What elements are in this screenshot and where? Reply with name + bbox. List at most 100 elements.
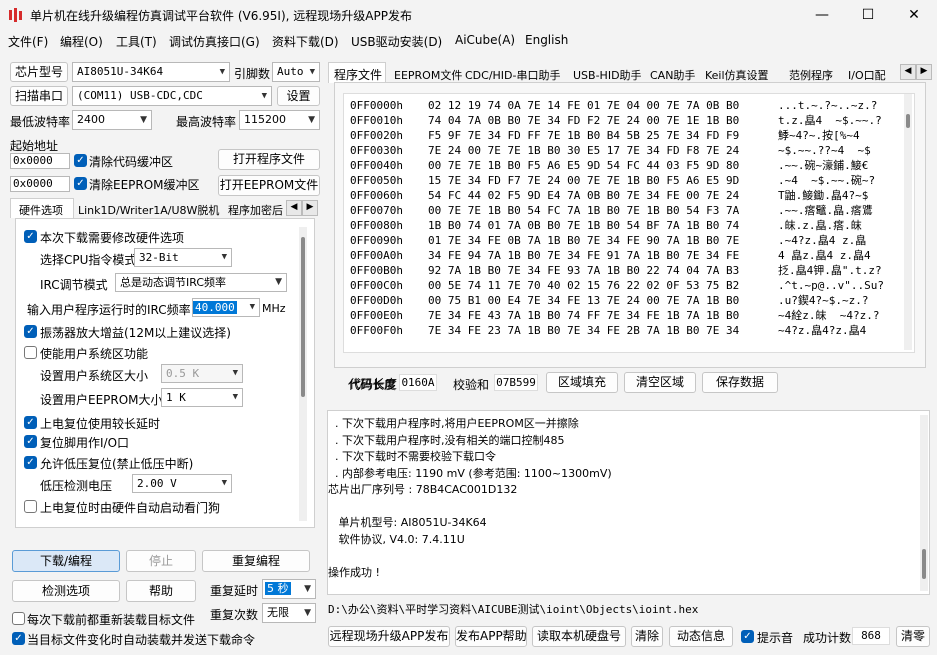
log-scrollbar-thumb[interactable] xyxy=(922,549,926,579)
save-data-button[interactable]: 保存数据 xyxy=(702,372,778,393)
tab-offline-programmer[interactable]: Link1D/Writer1A/U8W脱机 xyxy=(78,202,219,218)
clear-area-button[interactable]: 清空区域 xyxy=(624,372,696,393)
menu-file[interactable]: 文件(F) xyxy=(8,33,48,50)
minimize-button[interactable]: — xyxy=(799,0,845,30)
menu-aicube[interactable]: AiCube(A) xyxy=(455,33,515,47)
fill-area-button[interactable]: 区域填充 xyxy=(546,372,618,393)
tab-can[interactable]: CAN助手 xyxy=(650,67,695,83)
stop-button[interactable]: 停止 xyxy=(126,550,196,572)
remote-upgrade-publish-button[interactable]: 远程现场升级APP发布 xyxy=(328,626,450,647)
cpu-mode-value: 32-Bit xyxy=(139,251,179,264)
tab-scroll-left-icon[interactable]: ◀ xyxy=(900,64,916,80)
chip-model-select[interactable]: AI8051U-34K64 ▼ xyxy=(72,62,230,82)
tab-program-file[interactable]: 程序文件 xyxy=(328,62,386,83)
read-disk-id-button[interactable]: 读取本机硬盘号 xyxy=(532,626,626,647)
reset-pin-io-checkbox[interactable]: ✓ xyxy=(24,435,37,448)
modify-hw-options-checkbox[interactable]: ✓ xyxy=(24,230,37,243)
tab-scroll-right-icon[interactable]: ▶ xyxy=(916,64,932,80)
irc-frequency-unit: MHz xyxy=(262,302,286,315)
tab-io-config[interactable]: I/O口配 xyxy=(848,67,886,83)
hex-editor[interactable]: 0FF0000h 02 12 19 74 0A 7E 14 FE 01 7E 04… xyxy=(343,93,915,353)
port-settings-button[interactable]: 设置 xyxy=(277,86,320,106)
menu-program[interactable]: 编程(O) xyxy=(60,33,103,50)
tab-eeprom-file[interactable]: EEPROM文件 xyxy=(394,67,462,83)
port-select[interactable]: (COM11) USB-CDC,CDC ▼ xyxy=(72,86,272,106)
hardware-options-panel: ✓ 本次下载需要修改硬件选项 选择CPU指令模式 32-Bit ▼ IRC调节模式… xyxy=(15,218,315,528)
repeat-program-button[interactable]: 重复编程 xyxy=(202,550,310,572)
detect-options-button[interactable]: 检测选项 xyxy=(12,580,120,602)
hex-row-ascii: .~4?z.皛4 z.皛 xyxy=(778,234,867,247)
hex-scrollbar[interactable] xyxy=(904,94,912,350)
menu-usb-driver[interactable]: USB驱动安装(D) xyxy=(351,33,442,50)
eeprom-size-select[interactable]: 1 K ▼ xyxy=(161,388,243,407)
publish-app-help-button[interactable]: 发布APP帮助 xyxy=(455,626,527,647)
pin-count-label: 引脚数 xyxy=(234,67,271,81)
code-start-address-input[interactable]: 0x0000 xyxy=(10,153,70,169)
chevron-down-icon: ▼ xyxy=(232,368,238,378)
hex-row-address: 0FF0030h xyxy=(350,144,403,157)
user-system-area-checkbox[interactable] xyxy=(24,346,37,359)
open-program-file-button[interactable]: 打开程序文件 xyxy=(218,149,320,170)
repeat-delay-select[interactable]: 5 秒 ▼ xyxy=(262,579,316,599)
log-line: 单片机型号: AI8051U-34K64 xyxy=(328,516,487,529)
watchdog-label: 上电复位时由硬件自动启动看门狗 xyxy=(40,501,221,515)
clear-log-button[interactable]: 清除 xyxy=(631,626,663,647)
maximize-button[interactable]: ☐ xyxy=(845,0,891,30)
menu-debug[interactable]: 调试仿真接口(G) xyxy=(169,33,260,50)
clear-eeprom-buffer-checkbox[interactable]: ✓ xyxy=(74,177,87,190)
osc-gain-checkbox[interactable]: ✓ xyxy=(24,325,37,338)
power-delay-checkbox[interactable]: ✓ xyxy=(24,416,37,429)
repeat-count-select[interactable]: 无限 ▼ xyxy=(262,603,316,623)
success-count-label: 成功计数 xyxy=(803,631,852,645)
tab-scroll-left-icon[interactable]: ◀ xyxy=(286,200,302,216)
hw-options-scrollbar-thumb[interactable] xyxy=(301,237,305,397)
hex-row-address: 0FF0050h xyxy=(350,174,403,187)
log-line: . 内部参考电压: 1190 mV (参考范围: 1100~1300mV) xyxy=(328,466,612,480)
scan-port-button[interactable]: 扫描串口 xyxy=(10,86,68,106)
low-voltage-reset-checkbox[interactable]: ✓ xyxy=(24,456,37,469)
pin-count-select[interactable]: Auto ▼ xyxy=(272,62,320,82)
download-program-button[interactable]: 下载/编程 xyxy=(12,550,120,572)
clear-code-buffer-label: 清除代码缓冲区 xyxy=(89,155,174,169)
auto-send-checkbox[interactable]: ✓ xyxy=(12,632,25,645)
hex-row-address: 0FF0010h xyxy=(350,114,403,127)
cpu-mode-select[interactable]: 32-Bit ▼ xyxy=(134,248,232,267)
beep-checkbox[interactable]: ✓ xyxy=(741,630,754,643)
min-baud-select[interactable]: 2400 ▼ xyxy=(72,110,152,130)
user-system-size-select[interactable]: 0.5 K ▼ xyxy=(161,364,243,383)
reset-count-button[interactable]: 清零 xyxy=(896,626,930,647)
menu-bar: 文件(F) 编程(O) 工具(T) 调试仿真接口(G) 资料下载(D) USB驱… xyxy=(0,30,937,52)
hex-row-ascii: ~4?z.皛4?z.皛4 xyxy=(778,324,867,337)
watchdog-checkbox[interactable] xyxy=(24,500,37,513)
hex-scrollbar-thumb[interactable] xyxy=(906,114,910,128)
irc-mode-select[interactable]: 总是动态调节IRC频率 ▼ xyxy=(115,273,287,292)
log-panel: . 下次下载用户程序时,将用户EEPROM区一并擦除 . 下次下载用户程序时,没… xyxy=(327,410,930,595)
menu-tools[interactable]: 工具(T) xyxy=(116,33,157,50)
tab-keil-settings[interactable]: Keil仿真设置 xyxy=(705,67,769,83)
irc-frequency-input[interactable]: 40.000 ▼ xyxy=(192,298,260,317)
hex-row-bytes: 74 04 7A 0B B0 7E 34 FD F2 7E 24 00 7E 1… xyxy=(428,114,740,127)
max-baud-label: 最高波特率 xyxy=(176,115,237,129)
menu-download[interactable]: 资料下载(D) xyxy=(272,33,339,50)
eeprom-start-address-input[interactable]: 0x0000 xyxy=(10,176,70,192)
tab-serial-assistant[interactable]: CDC/HID-串口助手 xyxy=(465,67,561,83)
open-eeprom-file-button[interactable]: 打开EEPROM文件 xyxy=(218,175,320,196)
lvd-voltage-select[interactable]: 2.00 V ▼ xyxy=(132,474,232,493)
help-button[interactable]: 帮助 xyxy=(126,580,196,602)
user-system-area-label: 使能用户系统区功能 xyxy=(40,347,149,361)
reload-before-download-checkbox[interactable] xyxy=(12,612,25,625)
tab-scroll-right-icon[interactable]: ▶ xyxy=(302,200,318,216)
menu-english[interactable]: English xyxy=(525,33,568,47)
tab-examples[interactable]: 范例程序 xyxy=(789,67,833,83)
dynamic-info-button[interactable]: 动态信息 xyxy=(669,626,733,647)
eeprom-size-label: 设置用户EEPROM大小 xyxy=(40,393,163,407)
max-baud-select[interactable]: 115200 ▼ xyxy=(239,110,320,130)
clear-code-buffer-checkbox[interactable]: ✓ xyxy=(74,154,87,167)
tab-usb-hid[interactable]: USB-HID助手 xyxy=(573,67,642,83)
tab-encryption[interactable]: 程序加密后 xyxy=(228,202,283,218)
lvd-voltage-value: 2.00 V xyxy=(137,477,177,490)
close-button[interactable]: ✕ xyxy=(891,0,937,30)
log-line: 芯片出厂序列号 : 78B4CAC001D132 xyxy=(328,483,518,496)
hex-row-ascii: ...t.~.?~..~z.? xyxy=(778,99,878,112)
tab-hardware-options[interactable]: 硬件选项 xyxy=(10,198,74,218)
